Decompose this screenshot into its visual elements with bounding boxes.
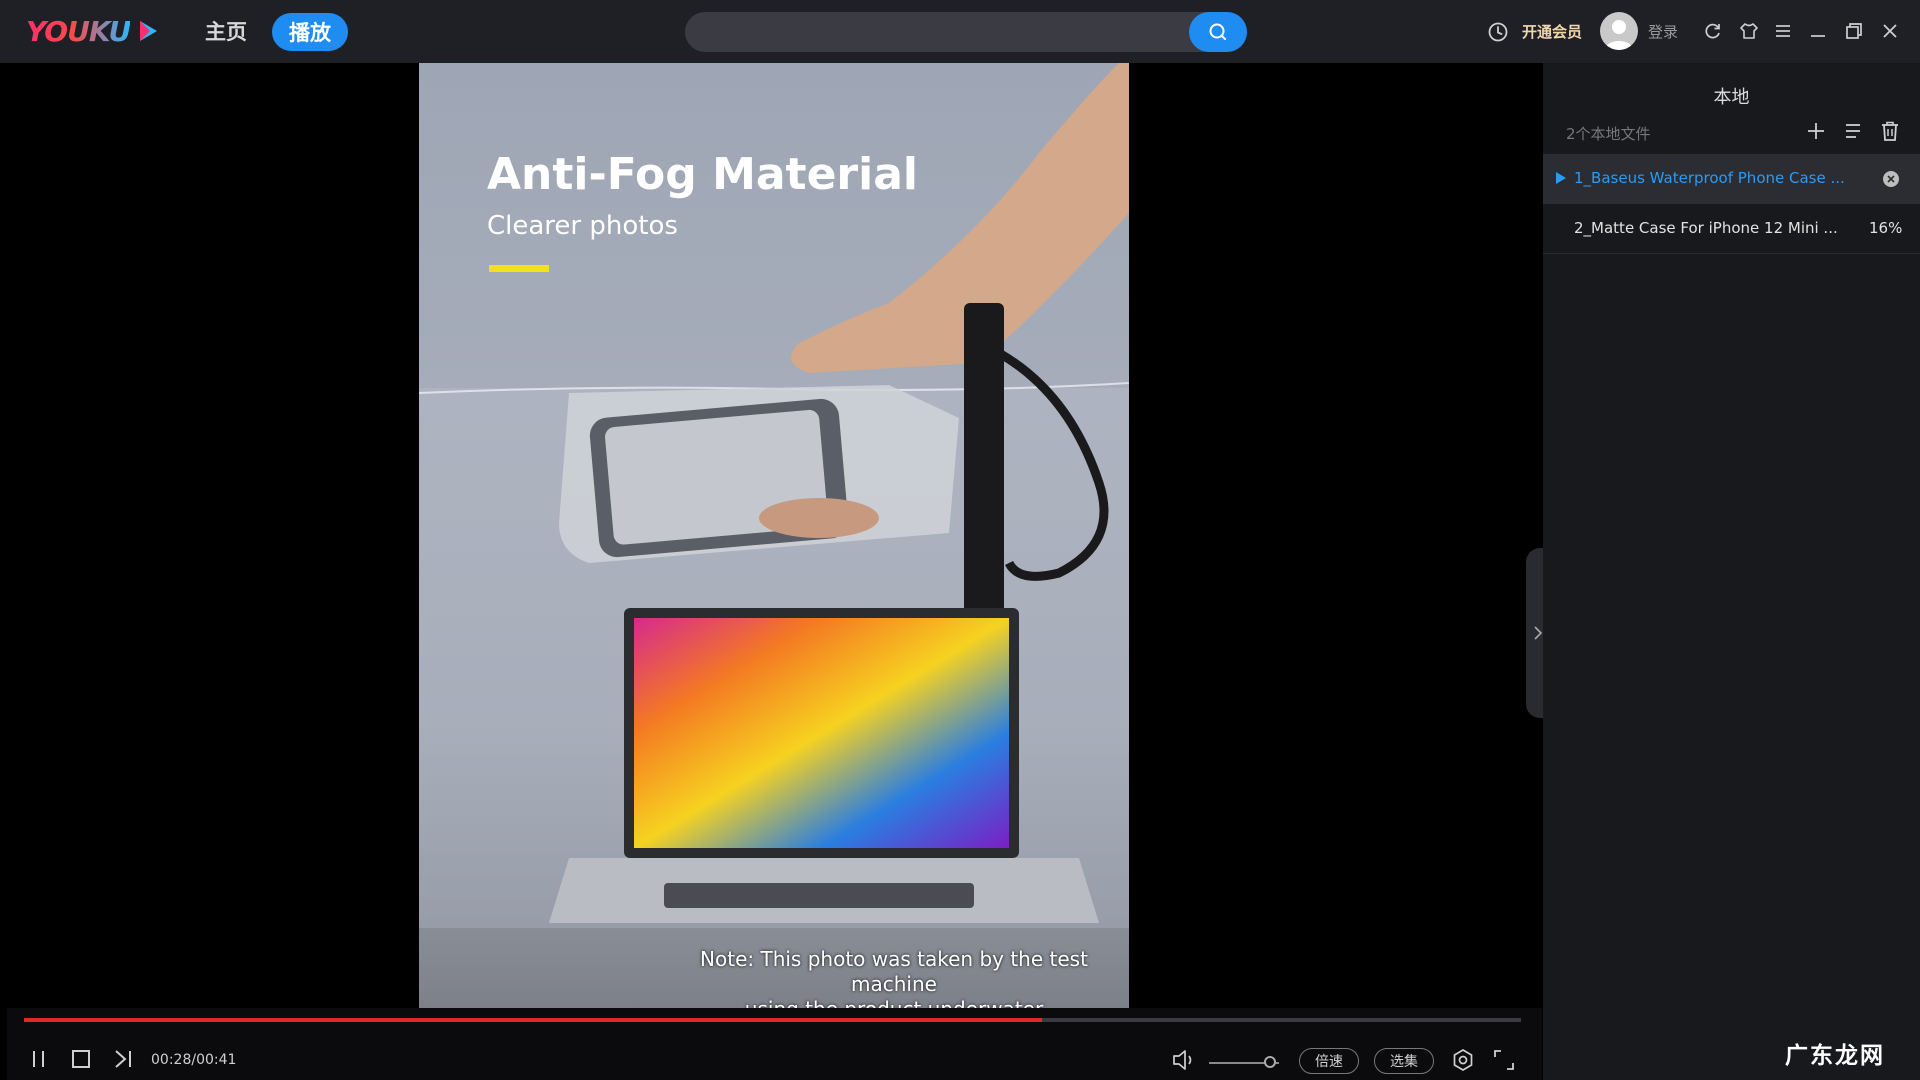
next-icon[interactable] [113, 1048, 135, 1070]
search-button[interactable] [1189, 12, 1247, 52]
video-player[interactable]: Anti-Fog Material Clearer photos Note: T… [7, 63, 1550, 1008]
refresh-icon[interactable] [1703, 21, 1723, 41]
video-scene-image [419, 63, 1129, 928]
fullscreen-icon[interactable] [1492, 1048, 1516, 1072]
logo-text: YOUKU [26, 14, 131, 48]
episodes-button[interactable]: 选集 [1374, 1048, 1434, 1074]
playlist-item-progress: 16% [1869, 219, 1903, 237]
video-caption: Note: This photo was taken by the test m… [669, 947, 1119, 1008]
minimize-icon[interactable] [1808, 21, 1828, 41]
video-overlay-title: Anti-Fog Material [487, 149, 918, 200]
watermark: 广东龙网 [1785, 1043, 1885, 1069]
nav-home[interactable]: 主页 [205, 16, 247, 46]
remove-item-button[interactable] [1883, 171, 1899, 187]
stop-icon[interactable] [70, 1048, 92, 1070]
volume-icon[interactable] [1171, 1048, 1197, 1072]
playlist-item-name: 2_Matte Case For iPhone 12 Mini ... [1574, 219, 1838, 237]
user-avatar-icon [1605, 20, 1633, 50]
video-frame[interactable]: Anti-Fog Material Clearer photos Note: T… [419, 63, 1129, 1008]
vip-link[interactable]: 开通会员 [1522, 21, 1582, 42]
progress-fill [24, 1018, 1042, 1022]
nav-play[interactable]: 播放 [272, 13, 348, 51]
close-icon[interactable] [1880, 21, 1900, 41]
time-display: 00:28/00:41 [151, 1052, 237, 1068]
playlist-item-2[interactable]: 2_Matte Case For iPhone 12 Mini ... 16% [1543, 204, 1920, 254]
volume-slider-knob[interactable] [1264, 1056, 1276, 1068]
search-box [685, 12, 1247, 52]
speed-button[interactable]: 倍速 [1299, 1048, 1359, 1074]
overlay-accent-bar [489, 265, 549, 272]
avatar[interactable] [1600, 12, 1638, 50]
caption-line-1: Note: This photo was taken by the test m… [700, 947, 1088, 996]
pause-icon[interactable] [29, 1048, 49, 1070]
playlist-item-name: 1_Baseus Waterproof Phone Case ... [1574, 169, 1845, 187]
sidebar-title: 本地 [1713, 87, 1750, 108]
list-menu-icon[interactable] [1842, 120, 1864, 142]
playlist-item-1[interactable]: 1_Baseus Waterproof Phone Case ... [1543, 154, 1920, 204]
search-input[interactable] [703, 12, 1173, 52]
control-bar: 00:28/00:41 倍速 选集 [7, 1008, 1542, 1080]
top-bar: YOUKU 主页 播放 开通会员 登录 [0, 0, 1920, 63]
progress-bar[interactable] [24, 1018, 1521, 1022]
trash-icon[interactable] [1879, 120, 1901, 142]
login-link[interactable]: 登录 [1648, 21, 1678, 42]
skin-icon[interactable] [1739, 21, 1759, 41]
search-icon [1209, 23, 1226, 40]
maximize-icon[interactable] [1844, 21, 1864, 41]
menu-icon[interactable] [1773, 21, 1793, 41]
playlist-sidebar: 本地 2个本地文件 1_Baseus Waterproof Phone Case… [1543, 63, 1920, 1080]
logo-play-icon [140, 21, 158, 41]
playing-icon [1556, 172, 1566, 184]
add-icon[interactable] [1805, 120, 1827, 142]
youku-logo[interactable]: YOUKU [26, 13, 160, 49]
chevron-right-icon [1534, 626, 1543, 640]
history-icon[interactable] [1487, 21, 1509, 43]
settings-icon[interactable] [1451, 1048, 1475, 1072]
caption-line-2: using the product underwater [669, 997, 1119, 1008]
video-overlay-subtitle: Clearer photos [487, 211, 678, 241]
file-count: 2个本地文件 [1566, 125, 1651, 143]
close-icon [1887, 175, 1895, 183]
